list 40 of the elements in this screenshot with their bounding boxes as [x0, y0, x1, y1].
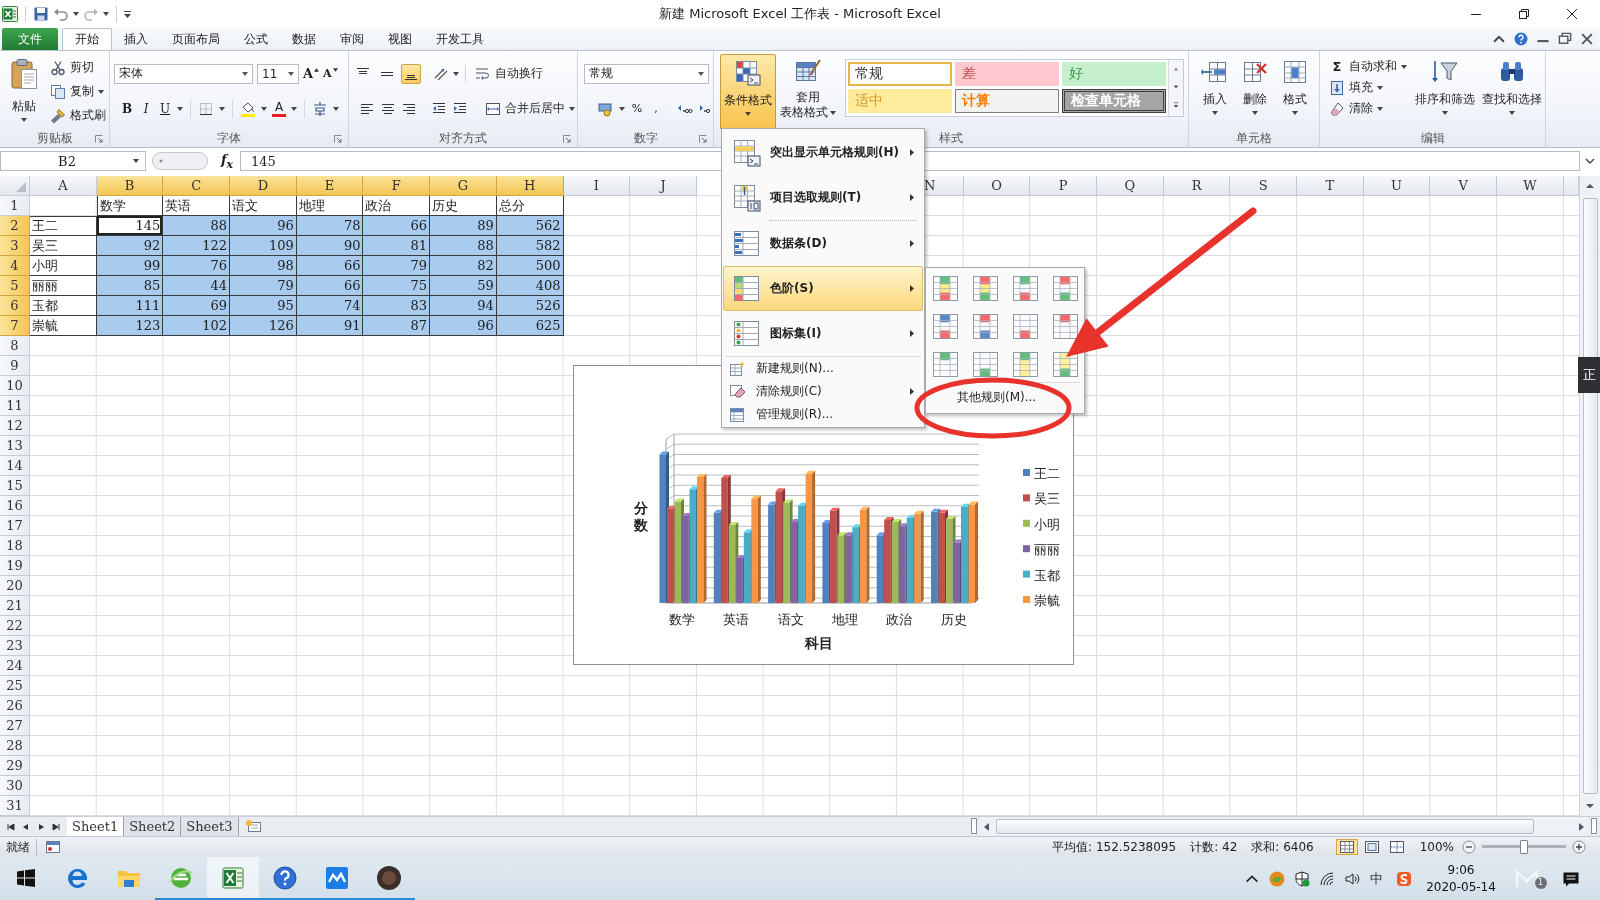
table-header: 历史	[430, 196, 497, 216]
window-title: 新建 Microsoft Excel 工作表 - Microsoft Excel	[659, 5, 941, 23]
status-statistic: 求和: 6406	[1251, 838, 1314, 856]
group-label: 字体	[217, 130, 241, 147]
table-header: 英语	[163, 196, 231, 216]
table-header: 数学	[96, 196, 164, 216]
legend-label: 崇毓	[1034, 593, 1060, 608]
group-label: 数字	[633, 130, 658, 147]
legend-label: 丽丽	[1034, 542, 1060, 558]
axis-label: 政治	[886, 612, 913, 627]
table-header: 政治	[363, 196, 431, 216]
table-header: 地理	[296, 196, 364, 216]
legend-label: 吴三	[1034, 491, 1060, 507]
axis-label: 英语	[723, 612, 750, 627]
row-label: 王二	[30, 216, 97, 236]
legend-label: 小明	[1034, 516, 1060, 532]
status-statistic: 平均值: 152.5238095	[1052, 838, 1177, 856]
row-label: 吴三	[30, 236, 97, 256]
table-header: 语文	[230, 196, 297, 216]
legend-label: 玉都	[1034, 567, 1060, 583]
row-label: 小明	[30, 256, 97, 276]
group-label: 编辑	[1420, 130, 1445, 147]
axis-label: 数学	[669, 612, 695, 627]
notification-badge: 1	[1534, 876, 1547, 889]
axis-title: 科目	[805, 635, 833, 651]
axis-label: 语文	[777, 612, 804, 627]
row-label: 崇毓	[30, 316, 97, 336]
status-statistic: 计数: 42	[1190, 838, 1238, 856]
group-label: 对齐方式	[439, 130, 487, 147]
row-label: 玉都	[30, 296, 97, 316]
axis-label: 地理	[831, 612, 858, 627]
group-label: 样式	[939, 130, 963, 147]
group-label: 剪贴板	[36, 130, 73, 147]
table-header: 总分	[496, 196, 564, 216]
axis-label: 历史	[940, 612, 967, 627]
legend-label: 王二	[1034, 466, 1060, 481]
axis-title: 分数	[634, 500, 648, 534]
row-label: 丽丽	[30, 276, 97, 296]
status-mode: 就绪	[0, 838, 37, 856]
group-label: 单元格	[1236, 130, 1272, 147]
